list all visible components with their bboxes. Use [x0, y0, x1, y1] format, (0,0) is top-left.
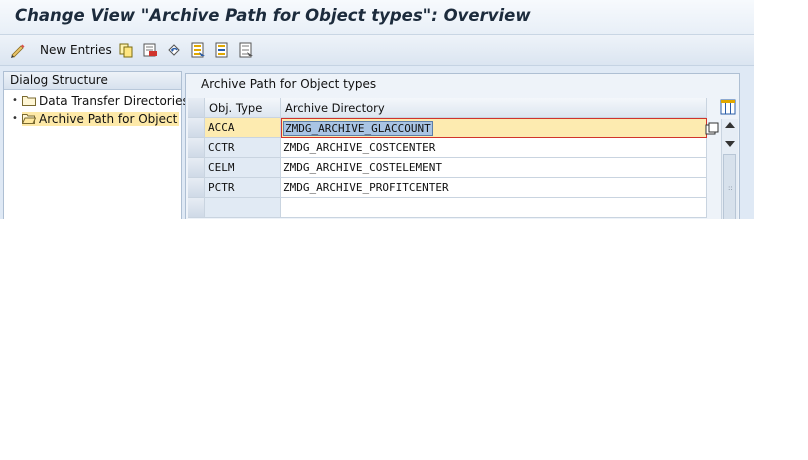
value-help-icon — [705, 121, 721, 137]
archive-path-group: Archive Path for Object types Obj. Type … — [185, 73, 740, 219]
row-selector[interactable] — [188, 118, 205, 138]
tree-item-label: Data Transfer Directories — [39, 93, 189, 108]
obj-type-cell: CELM — [205, 158, 281, 178]
select-block-button[interactable] — [214, 41, 230, 59]
column-header-archive-directory[interactable]: Archive Directory — [281, 98, 707, 118]
new-entries-button[interactable]: New Entries — [40, 41, 112, 59]
scroll-down-icon[interactable] — [725, 141, 735, 147]
group-title: Archive Path for Object types — [201, 77, 377, 91]
glasses-pencil-icon — [10, 42, 26, 58]
obj-type-cell: PCTR — [205, 178, 281, 198]
row-selector[interactable] — [188, 158, 205, 178]
copy-icon — [118, 42, 134, 58]
select-all-icon — [190, 42, 206, 58]
table-settings-button[interactable] — [720, 99, 738, 117]
archive-directory-input[interactable]: ZMDG_ARCHIVE_PROFITCENTER — [281, 178, 707, 198]
dialog-structure-panel: Dialog Structure • Data Transfer Directo… — [3, 71, 189, 219]
grip-icon: :: — [728, 184, 733, 192]
row-selector[interactable] — [188, 198, 205, 218]
obj-type-cell — [205, 198, 281, 218]
row-selector[interactable] — [188, 138, 205, 158]
select-all-rows-button[interactable] — [188, 98, 205, 118]
application-toolbar: New Entries — [0, 35, 754, 66]
new-entries-label: New Entries — [40, 43, 112, 57]
tree-item-selection: Archive Path for Object — [21, 111, 180, 126]
archive-directory-value: ZMDG_ARCHIVE_GLACCOUNT — [283, 121, 433, 136]
deselect-all-button[interactable] — [238, 41, 254, 59]
dialog-structure-header: Dialog Structure — [4, 72, 181, 90]
tree-item-archive-path[interactable]: • Archive Path for Object — [12, 110, 180, 127]
row-selector[interactable] — [188, 178, 205, 198]
value-help-button[interactable] — [705, 121, 719, 135]
scroll-thumb[interactable]: :: — [723, 154, 736, 219]
archive-directory-input[interactable]: ZMDG_ARCHIVE_GLACCOUNT — [281, 118, 707, 138]
bullet-icon: • — [12, 95, 18, 106]
deselect-all-icon — [238, 42, 254, 58]
delete-icon — [142, 42, 158, 58]
page-title: Change View "Archive Path for Object typ… — [15, 6, 531, 25]
sap-window: Change View "Archive Path for Object typ… — [0, 0, 754, 219]
obj-type-cell: CCTR — [205, 138, 281, 158]
table-settings-icon — [720, 99, 736, 115]
vertical-scrollbar[interactable]: :: — [721, 119, 738, 219]
archive-directory-input[interactable]: ZMDG_ARCHIVE_COSTCENTER — [281, 138, 707, 158]
bullet-icon: • — [12, 113, 18, 124]
archive-directory-input[interactable] — [281, 198, 707, 218]
select-all-button[interactable] — [190, 41, 206, 59]
title-bar: Change View "Archive Path for Object typ… — [0, 0, 754, 35]
display-change-button[interactable] — [10, 41, 26, 59]
column-header-obj-type[interactable]: Obj. Type — [205, 98, 281, 118]
archive-directory-input[interactable]: ZMDG_ARCHIVE_COSTELEMENT — [281, 158, 707, 178]
open-folder-icon — [21, 113, 37, 124]
undo-change-button[interactable] — [166, 41, 182, 59]
folder-icon — [22, 95, 36, 106]
obj-type-cell: ACCA — [205, 118, 281, 138]
tree-item-label: Archive Path for Object — [39, 111, 178, 126]
copy-as-button[interactable] — [118, 41, 134, 59]
undo-icon — [166, 42, 182, 58]
select-block-icon — [214, 42, 230, 58]
scroll-up-icon[interactable] — [725, 122, 735, 128]
tree-item-data-transfer-directories[interactable]: • Data Transfer Directories — [12, 92, 189, 109]
delete-button[interactable] — [142, 41, 158, 59]
